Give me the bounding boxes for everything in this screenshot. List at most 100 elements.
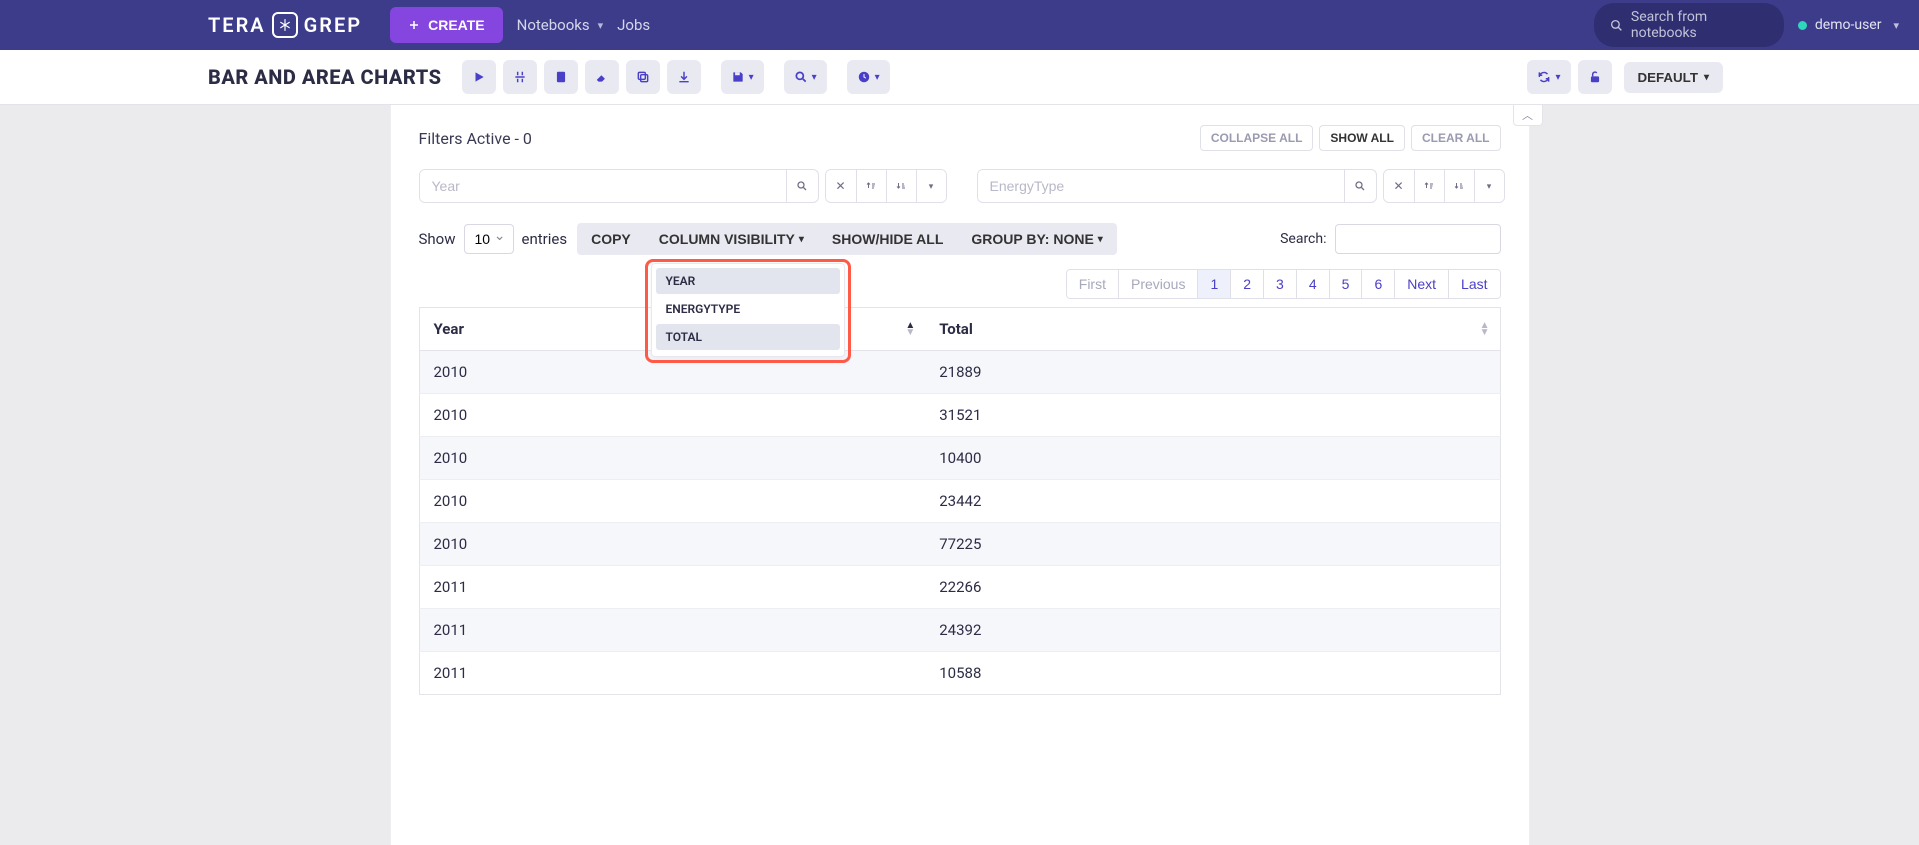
refresh-dropdown[interactable]: ▾ xyxy=(1527,60,1570,94)
cell-year: 2010 xyxy=(419,437,925,480)
merge-button[interactable] xyxy=(503,60,537,94)
save-icon xyxy=(731,70,745,84)
filter-clear-button[interactable]: ✕ xyxy=(1384,170,1414,202)
filter-clear-button[interactable]: ✕ xyxy=(826,170,856,202)
download-icon xyxy=(677,70,691,84)
page-last-button[interactable]: Last xyxy=(1448,270,1499,298)
filter-more-button[interactable]: ▾ xyxy=(1474,170,1504,202)
run-button[interactable] xyxy=(462,60,496,94)
filter-energytype-input[interactable] xyxy=(978,170,1344,202)
cell-year: 2011 xyxy=(419,609,925,652)
brand-right: GREP xyxy=(304,13,362,37)
show-label: Show xyxy=(419,230,456,248)
table-row: 201021889 xyxy=(419,351,1500,394)
subheader: BAR AND AREA CHARTS ▾ ▾ ▾ ▾ DEFAU xyxy=(0,50,1919,105)
collapse-panel-button[interactable]: ︿ xyxy=(1513,104,1543,126)
caret-down-icon: ▾ xyxy=(929,181,934,192)
quick-search-dropdown[interactable]: ▾ xyxy=(784,60,827,94)
cell-year: 2010 xyxy=(419,523,925,566)
create-button[interactable]: CREATE xyxy=(390,7,503,43)
merge-icon xyxy=(513,70,527,84)
cell-year: 2010 xyxy=(419,480,925,523)
close-icon: ✕ xyxy=(835,179,845,193)
copy-table-button[interactable]: COPY xyxy=(577,223,645,255)
cell-year: 2011 xyxy=(419,652,925,695)
sort-desc-icon xyxy=(1453,180,1465,192)
column-visibility-item[interactable]: YEAR xyxy=(656,268,840,294)
group-by-button[interactable]: GROUP BY: NONE ▾ xyxy=(957,223,1116,255)
close-icon: ✕ xyxy=(1393,179,1403,193)
global-search[interactable]: Search from notebooks xyxy=(1594,3,1784,47)
brand-icon xyxy=(272,12,298,38)
book-button[interactable] xyxy=(544,60,578,94)
unlock-icon xyxy=(1588,70,1602,84)
cell-total: 10588 xyxy=(925,652,1500,695)
page-next-button[interactable]: Next xyxy=(1394,270,1448,298)
column-header-total[interactable]: Total ▲▼ xyxy=(925,308,1500,351)
filter-year-input[interactable] xyxy=(420,170,786,202)
brand-logo: TERA GREP xyxy=(208,12,362,38)
cell-total: 24392 xyxy=(925,609,1500,652)
schedule-dropdown[interactable]: ▾ xyxy=(847,60,890,94)
collapse-all-button[interactable]: COLLAPSE ALL xyxy=(1200,125,1314,151)
table-row: 201124392 xyxy=(419,609,1500,652)
cell-total: 23442 xyxy=(925,480,1500,523)
user-menu[interactable]: demo-user xyxy=(1798,17,1899,33)
erase-button[interactable] xyxy=(585,60,619,94)
caret-down-icon: ▾ xyxy=(812,72,817,83)
page-previous-button[interactable]: Previous xyxy=(1118,270,1197,298)
nav-jobs[interactable]: Jobs xyxy=(617,16,650,34)
column-visibility-item[interactable]: TOTAL xyxy=(656,324,840,350)
filter-search-button[interactable] xyxy=(786,170,818,202)
page-number-button[interactable]: 2 xyxy=(1230,270,1263,298)
create-label: CREATE xyxy=(428,17,485,33)
caret-down-icon: ▾ xyxy=(799,234,804,245)
copy-button[interactable] xyxy=(626,60,660,94)
entries-label: entries xyxy=(522,230,568,248)
cell-total: 21889 xyxy=(925,351,1500,394)
filter-sort-asc-button[interactable] xyxy=(1414,170,1444,202)
filter-search-button[interactable] xyxy=(1344,170,1376,202)
cell-total: 22266 xyxy=(925,566,1500,609)
save-dropdown[interactable]: ▾ xyxy=(721,60,764,94)
filter-more-button[interactable]: ▾ xyxy=(916,170,946,202)
column-visibility-item[interactable]: ENERGYTYPE xyxy=(656,296,840,322)
filter-sort-desc-button[interactable] xyxy=(886,170,916,202)
environment-dropdown[interactable]: DEFAULT ▾ xyxy=(1624,62,1724,93)
search-icon xyxy=(794,70,808,84)
page-title: BAR AND AREA CHARTS xyxy=(208,65,442,89)
page-number-button[interactable]: 6 xyxy=(1361,270,1394,298)
cell-year: 2011 xyxy=(419,566,925,609)
clear-all-button[interactable]: CLEAR ALL xyxy=(1411,125,1501,151)
show-hide-all-button[interactable]: SHOW/HIDE ALL xyxy=(818,223,957,255)
status-dot-icon xyxy=(1798,21,1807,30)
page-number-button[interactable]: 3 xyxy=(1263,270,1296,298)
table-row: 201010400 xyxy=(419,437,1500,480)
sort-icon: ▲▼ xyxy=(905,322,915,336)
search-placeholder: Search from notebooks xyxy=(1631,9,1768,41)
filter-energytype-block: ✕ ▾ xyxy=(977,169,1505,203)
column-visibility-button[interactable]: COLUMN VISIBILITY ▾ xyxy=(645,223,818,255)
filter-sort-desc-button[interactable] xyxy=(1444,170,1474,202)
nav-notebooks[interactable]: Notebooks xyxy=(517,16,604,34)
page-number-button[interactable]: 1 xyxy=(1197,270,1230,298)
caret-down-icon: ▾ xyxy=(1704,72,1709,83)
page-number-button[interactable]: 5 xyxy=(1329,270,1362,298)
table-row: 201031521 xyxy=(419,394,1500,437)
table-row: 201077225 xyxy=(419,523,1500,566)
table-row: 201023442 xyxy=(419,480,1500,523)
page-first-button[interactable]: First xyxy=(1067,270,1118,298)
show-all-button[interactable]: SHOW ALL xyxy=(1319,125,1405,151)
filter-sort-asc-button[interactable] xyxy=(856,170,886,202)
filter-year-block: ✕ ▾ xyxy=(419,169,947,203)
lock-button[interactable] xyxy=(1578,60,1612,94)
caret-down-icon: ▾ xyxy=(1555,72,1560,83)
sort-asc-icon xyxy=(865,180,877,192)
search-table-input[interactable] xyxy=(1335,224,1501,254)
cell-total: 10400 xyxy=(925,437,1500,480)
download-button[interactable] xyxy=(667,60,701,94)
page-number-button[interactable]: 4 xyxy=(1296,270,1329,298)
entries-select[interactable]: 10 xyxy=(464,224,514,254)
caret-down-icon: ▾ xyxy=(749,72,754,83)
table-row: 201122266 xyxy=(419,566,1500,609)
